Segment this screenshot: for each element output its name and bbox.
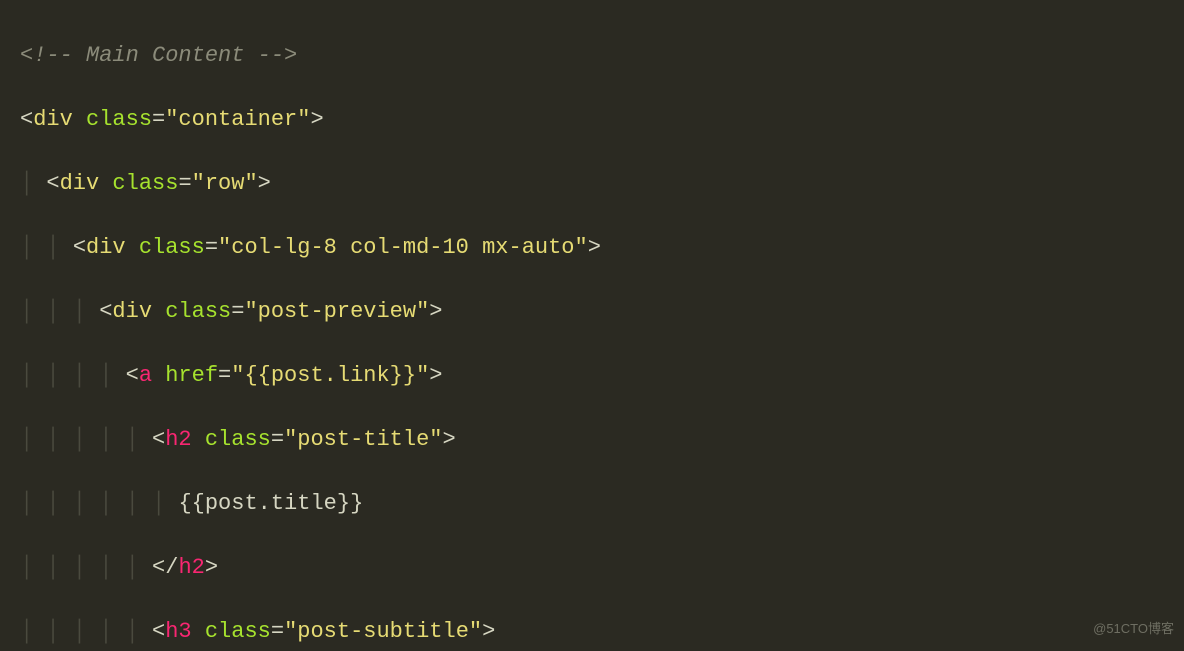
code-line: │ │ │ │ │ <h2 class="post-title">	[20, 424, 1184, 456]
code-line: │ │ │ │ │ <h3 class="post-subtitle">	[20, 616, 1184, 648]
code-line: │ │ <div class="col-lg-8 col-md-10 mx-au…	[20, 232, 1184, 264]
code-line: <!-- Main Content -->	[20, 40, 1184, 72]
code-line: │ │ │ <div class="post-preview">	[20, 296, 1184, 328]
comment-text: <!-- Main Content -->	[20, 43, 297, 68]
code-line: │ │ │ │ <a href="{{post.link}}">	[20, 360, 1184, 392]
code-line: │ │ │ │ │ │ {{post.title}}	[20, 488, 1184, 520]
code-line: <div class="container">	[20, 104, 1184, 136]
code-line: │ │ │ │ │ </h2>	[20, 552, 1184, 584]
watermark-text: @51CTO博客	[1093, 613, 1174, 645]
code-editor[interactable]: <!-- Main Content --> <div class="contai…	[0, 0, 1184, 651]
code-line: │ <div class="row">	[20, 168, 1184, 200]
